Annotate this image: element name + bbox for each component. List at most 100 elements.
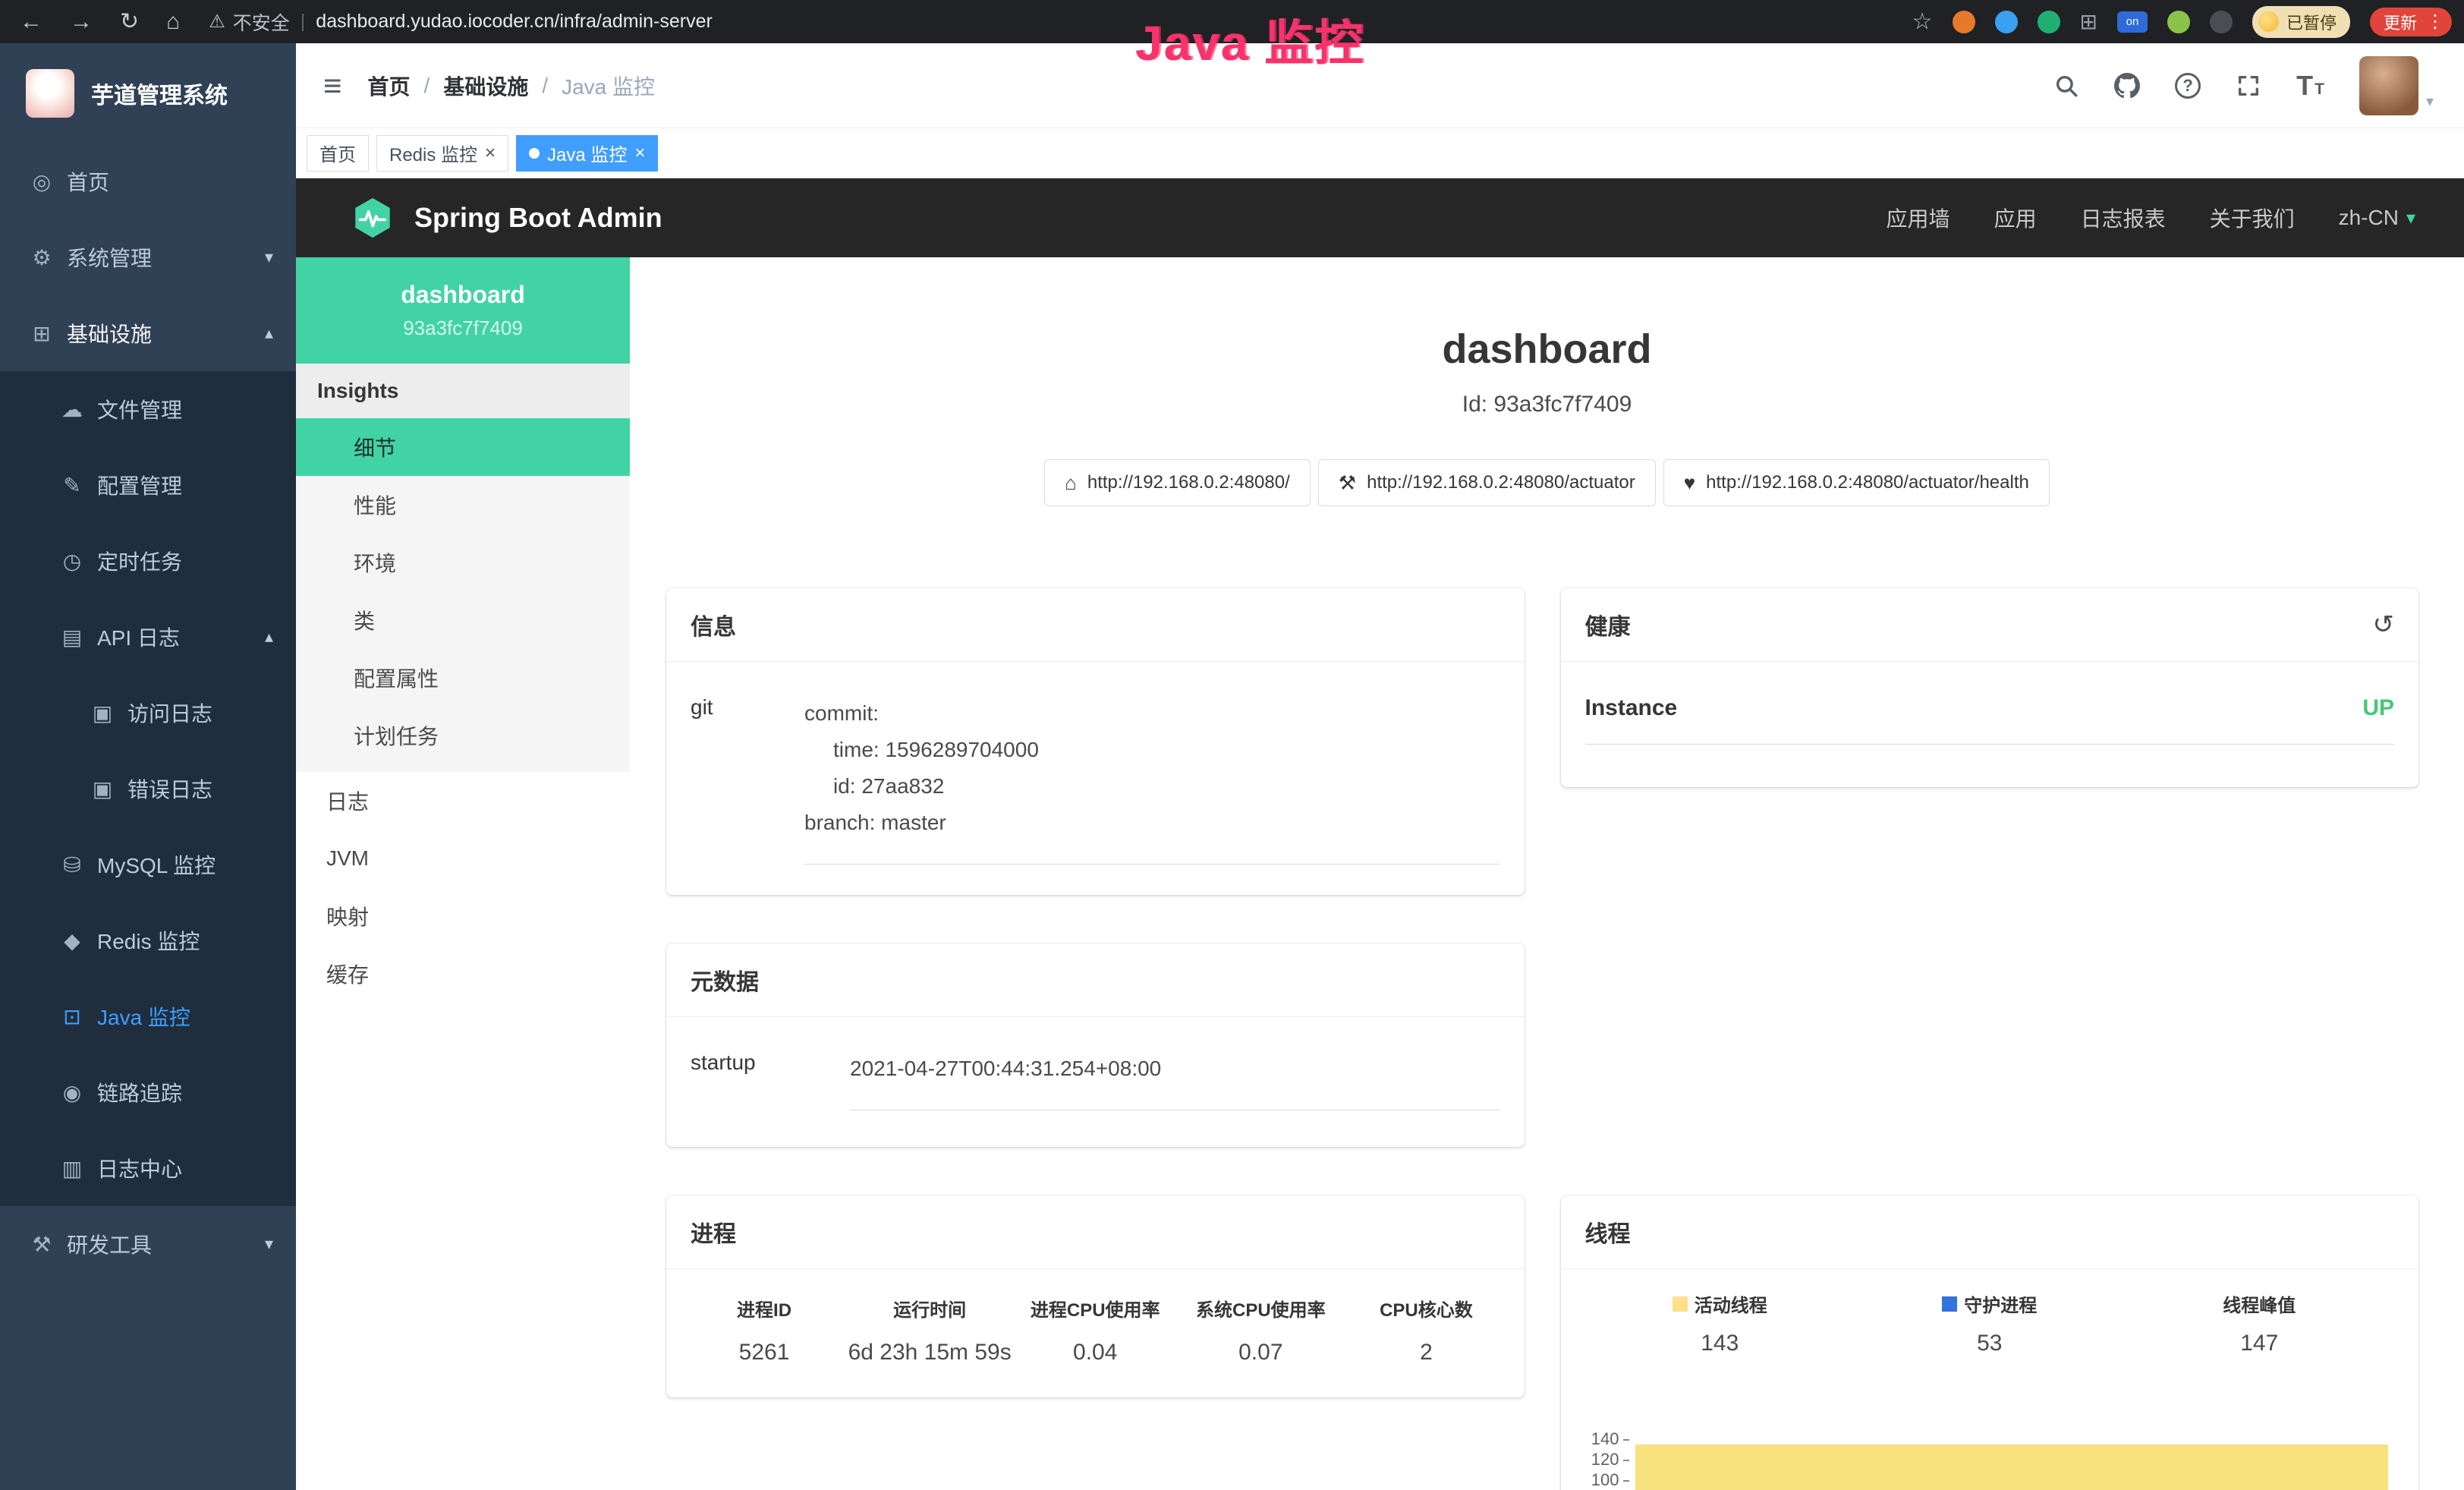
browser-nav-buttons: ← → ↻ ⌂ bbox=[12, 8, 187, 35]
sidebar-item-label: API 日志 bbox=[97, 622, 180, 652]
legend-label: 守护进程 bbox=[1964, 1290, 2037, 1317]
close-icon[interactable]: × bbox=[634, 143, 645, 164]
sba-group-label: Insights bbox=[296, 364, 630, 418]
extension-on-icon[interactable]: on bbox=[2117, 11, 2148, 33]
forward-button[interactable]: → bbox=[70, 9, 93, 35]
user-avatar-menu[interactable]: ▾ bbox=[2359, 56, 2434, 115]
column-header: 进程CPU使用率 bbox=[1012, 1295, 1178, 1340]
tab-redis-monitor[interactable]: Redis 监控 × bbox=[376, 135, 508, 172]
sba-nav-journal[interactable]: 日志报表 bbox=[2081, 203, 2166, 233]
github-icon[interactable] bbox=[2114, 73, 2140, 99]
sba-item-caches[interactable]: 缓存 bbox=[296, 945, 630, 1003]
column-header: 系统CPU使用率 bbox=[1178, 1295, 1343, 1340]
wrench-icon: ⚒ bbox=[1339, 471, 1356, 495]
sba-nav-wallboard[interactable]: 应用墙 bbox=[1887, 203, 1950, 233]
sba-locale-select[interactable]: zh-CN ▾ bbox=[2339, 206, 2415, 230]
sidebar-item-trace[interactable]: ◉ 链路追踪 bbox=[0, 1054, 296, 1130]
sba-item-scheduled-tasks[interactable]: 计划任务 bbox=[296, 707, 630, 764]
fullscreen-icon[interactable] bbox=[2236, 73, 2261, 99]
sidebar-item-error-logs[interactable]: ▣ 错误日志 bbox=[0, 751, 296, 827]
sidebar-item-file-management[interactable]: ☁ 文件管理 bbox=[0, 371, 296, 447]
sidebar-item-infrastructure[interactable]: ⊞ 基础设施 ▴ bbox=[0, 295, 296, 371]
breadcrumb-separator: / bbox=[424, 74, 430, 98]
sba-brand[interactable]: Spring Boot Admin bbox=[351, 196, 662, 240]
back-button[interactable]: ← bbox=[20, 9, 42, 35]
java-monitor-icon: ⊡ bbox=[61, 1004, 83, 1029]
history-icon[interactable]: ↺ bbox=[2373, 612, 2395, 638]
extension-icon[interactable] bbox=[2167, 11, 2190, 33]
sidebar-item-scheduled-tasks[interactable]: ◷ 定时任务 bbox=[0, 523, 296, 599]
sba-item-classes[interactable]: 类 bbox=[296, 591, 630, 649]
sba-item-mappings[interactable]: 映射 bbox=[296, 887, 630, 945]
annotation-java-monitor: Java 监控 bbox=[1135, 5, 1364, 74]
extensions-grid-icon[interactable]: ⊞ bbox=[2080, 11, 2097, 33]
tab-home[interactable]: 首页 bbox=[307, 135, 369, 172]
extension-icon[interactable] bbox=[2038, 11, 2060, 33]
app-logo[interactable]: 芋道管理系统 bbox=[0, 43, 296, 143]
sidebar-item-label: 定时任务 bbox=[97, 546, 182, 576]
sba-item-details[interactable]: 细节 bbox=[296, 418, 630, 476]
health-link[interactable]: ♥ http://192.168.0.2:48080/actuator/heal… bbox=[1663, 459, 2050, 506]
hamburger-button[interactable]: ≡ bbox=[323, 68, 342, 104]
breadcrumb-item-home[interactable]: 首页 bbox=[368, 71, 411, 101]
instance-home-link[interactable]: ⌂ http://192.168.0.2:48080/ bbox=[1044, 459, 1311, 506]
chevron-down-icon: ▾ bbox=[265, 247, 273, 267]
sba-main: dashboard Id: 93a3fc7f7409 ⌂ http://192.… bbox=[630, 257, 2464, 1490]
tab-java-monitor[interactable]: Java 监控 × bbox=[516, 135, 658, 172]
health-card: 健康 ↺ Instance UP bbox=[1561, 588, 2419, 787]
sba-insights-group: Insights 细节 性能 环境 类 配置属性 计划任务 bbox=[296, 364, 630, 772]
sba-item-environment[interactable]: 环境 bbox=[296, 534, 630, 591]
profile-paused-badge[interactable]: 已暂停 bbox=[2252, 6, 2350, 38]
sidebar-item-label: 配置管理 bbox=[97, 470, 182, 500]
info-card: 信息 git commit: time: 1596289704000 id: 2… bbox=[666, 588, 1525, 895]
address-bar[interactable]: ⚠ 不安全 | dashboard.yudao.iocoder.cn/infra… bbox=[209, 8, 713, 36]
sba-item-performance[interactable]: 性能 bbox=[296, 476, 630, 534]
sidebar-item-home[interactable]: ◎ 首页 bbox=[0, 143, 296, 219]
sba-item-config-properties[interactable]: 配置属性 bbox=[296, 649, 630, 707]
browser-home-button[interactable]: ⌂ bbox=[166, 9, 180, 35]
health-row: Instance UP bbox=[1585, 695, 2395, 745]
card-title: 元数据 bbox=[691, 963, 759, 997]
chart-y-axis: 140 120 100 bbox=[1585, 1429, 1634, 1490]
sidebar-item-log-center[interactable]: ▥ 日志中心 bbox=[0, 1130, 296, 1206]
sidebar-item-label: 文件管理 bbox=[97, 394, 182, 424]
sidebar-item-dev-tools[interactable]: ⚒ 研发工具 ▾ bbox=[0, 1206, 296, 1282]
help-icon[interactable]: ? bbox=[2175, 73, 2201, 99]
sidebar-item-mysql-monitor[interactable]: ⛁ MySQL 监控 bbox=[0, 827, 296, 903]
cloud-icon: ☁ bbox=[61, 397, 83, 422]
app-logo-avatar bbox=[26, 69, 74, 118]
bookmark-star-icon[interactable]: ☆ bbox=[1912, 8, 1933, 35]
sidebar-item-api-logs[interactable]: ▤ API 日志 ▴ bbox=[0, 599, 296, 675]
refresh-button[interactable]: ↻ bbox=[120, 8, 139, 35]
sba-item-logs[interactable]: 日志 bbox=[296, 772, 630, 830]
sidebar-item-java-monitor[interactable]: ⊡ Java 监控 bbox=[0, 978, 296, 1054]
browser-update-button[interactable]: 更新 ⋮ bbox=[2370, 8, 2452, 36]
sidebar-item-config-management[interactable]: ✎ 配置管理 bbox=[0, 447, 296, 523]
security-label: 不安全 bbox=[233, 8, 290, 36]
sidebar-item-label: 错误日志 bbox=[127, 773, 212, 804]
extension-icon[interactable] bbox=[1953, 11, 1975, 33]
sba-nav-about[interactable]: 关于我们 bbox=[2210, 203, 2295, 233]
active-dot-icon bbox=[529, 148, 540, 159]
search-icon[interactable] bbox=[2053, 73, 2079, 99]
sidebar-item-access-logs[interactable]: ▣ 访问日志 bbox=[0, 675, 296, 751]
extension-icon[interactable] bbox=[1995, 11, 2018, 33]
sidebar-item-system-management[interactable]: ⚙ 系统管理 ▾ bbox=[0, 219, 296, 295]
extension-icon[interactable] bbox=[2210, 11, 2233, 33]
sba-instance-header[interactable]: dashboard 93a3fc7f7409 bbox=[296, 257, 630, 364]
tab-label: Java 监控 bbox=[547, 140, 627, 166]
actuator-link[interactable]: ⚒ http://192.168.0.2:48080/actuator bbox=[1318, 459, 1656, 506]
cards-grid: 信息 git commit: time: 1596289704000 id: 2… bbox=[666, 588, 2418, 1490]
sba-nav-applications[interactable]: 应用 bbox=[1994, 203, 2037, 233]
paused-label: 已暂停 bbox=[2286, 10, 2337, 34]
close-icon[interactable]: × bbox=[485, 143, 496, 164]
tools-icon: ⚒ bbox=[30, 1232, 53, 1257]
breadcrumb-item-infrastructure[interactable]: 基础设施 bbox=[443, 71, 528, 101]
sidebar-item-redis-monitor[interactable]: ◆ Redis 监控 bbox=[0, 903, 296, 978]
screen: { "colors": { "accent_green": "#42d3a5",… bbox=[0, 0, 2464, 1490]
sba-item-jvm[interactable]: JVM bbox=[296, 830, 630, 887]
main-column: ≡ 首页 / 基础设施 / Java 监控 bbox=[296, 43, 2464, 1490]
threads-card: 线程 活动线程 143 bbox=[1561, 1195, 2419, 1490]
font-size-icon[interactable]: T T bbox=[2296, 72, 2324, 99]
browser-menu-icon[interactable]: ⋮ bbox=[2426, 13, 2444, 31]
